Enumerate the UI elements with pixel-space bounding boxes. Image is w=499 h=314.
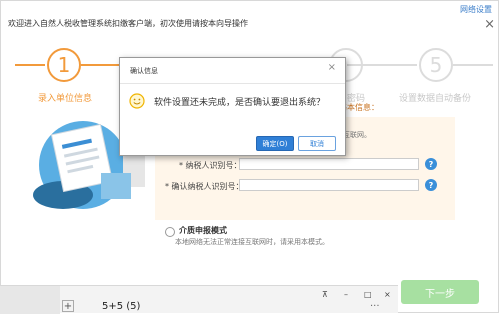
confirm-taxpayer-id-label: * 确认纳税人识别号：	[165, 182, 244, 191]
step-1-number: 1	[57, 53, 71, 77]
dialog-header: 确认信息 ×	[120, 58, 345, 84]
maximize-icon[interactable]: □	[364, 290, 372, 299]
minimize-icon[interactable]: –	[344, 290, 348, 299]
form-notice: 互联网。	[343, 131, 371, 139]
paper-mode-title: 介质申报模式	[179, 226, 227, 235]
step-5-label: 设置数据自动备份	[399, 94, 472, 104]
expression-display: 5+5 (5)	[102, 301, 141, 312]
step-1-circle: 1	[47, 48, 81, 82]
paper-mode-radio[interactable]	[165, 227, 175, 237]
close-icon[interactable]: ×	[384, 290, 391, 299]
taxpayer-id-label: * 纳税人识别号：	[179, 161, 242, 170]
step-line-start	[15, 64, 45, 66]
setup-wizard-window: 欢迎进入自然人税收管理系统扣缴客户端，初次使用请按本向导操作 网络设置 × 1 …	[0, 0, 499, 313]
pin-icon[interactable]: ⊼	[322, 290, 328, 299]
dialog-title: 确认信息	[130, 67, 158, 75]
step-line-end	[453, 64, 493, 66]
next-button[interactable]: 下一步	[401, 280, 479, 304]
step-line-1	[81, 64, 121, 66]
calculator-window-strip: + 5+5 (5) ⊼ – □ × ···	[0, 285, 398, 314]
step-1-label: 录入单位信息	[38, 94, 93, 104]
confirm-taxpayer-id-input[interactable]	[239, 179, 419, 191]
ok-button[interactable]: 确定(O)	[256, 136, 294, 151]
step-5-number: 5	[429, 53, 443, 77]
smiley-icon	[129, 93, 145, 109]
step-5-circle: 5	[419, 48, 453, 82]
wizard-title: 欢迎进入自然人税收管理系统扣缴客户端，初次使用请按本向导操作	[8, 19, 248, 28]
help-icon[interactable]: ?	[425, 179, 437, 191]
confirm-dialog: 确认信息 × 软件设置还未完成，是否确认要退出系统？ 确定(O) 取消	[119, 57, 346, 156]
cancel-button[interactable]: 取消	[298, 136, 336, 151]
taskbar-tab[interactable]	[0, 286, 60, 314]
add-icon[interactable]: +	[62, 300, 74, 312]
dialog-close-icon[interactable]: ×	[328, 62, 336, 73]
taxpayer-id-input[interactable]	[239, 158, 419, 170]
help-icon[interactable]: ?	[425, 158, 437, 170]
dialog-message: 软件设置还未完成，是否确认要退出系统？	[154, 98, 326, 108]
network-settings-link[interactable]: 网络设置	[460, 4, 492, 15]
paper-mode-desc: 本地网络无法正常连接互联网时，请采用本模式。	[175, 238, 329, 246]
paper-mode-option[interactable]: 介质申报模式 本地网络无法正常连接互联网时，请采用本模式。	[155, 220, 455, 250]
more-icon[interactable]: ···	[370, 301, 380, 312]
wizard-close-icon[interactable]: ×	[484, 17, 495, 32]
